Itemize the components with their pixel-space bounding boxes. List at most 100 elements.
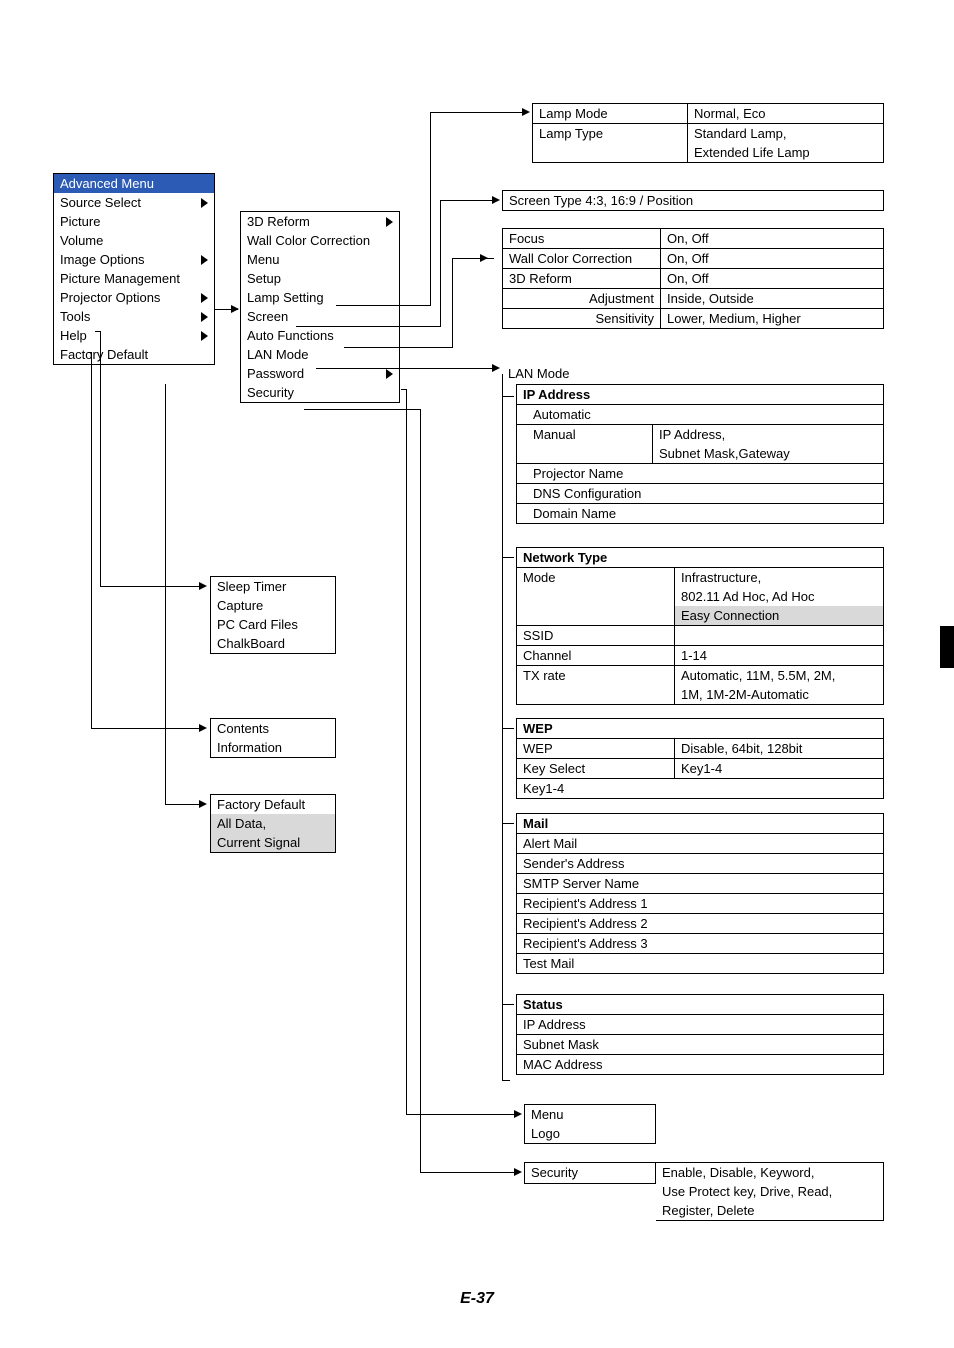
af-focus-value: On, Off — [661, 229, 883, 248]
projector-options-submenu: 3D Reform Wall Color Correction Menu Set… — [240, 211, 400, 403]
nt-mode-value3: Easy Connection — [675, 606, 883, 625]
menu-item-picture[interactable]: Picture — [54, 212, 214, 231]
menu-item-image-options[interactable]: Image Options — [54, 250, 214, 269]
lamp-mode-value: Normal, Eco — [688, 104, 883, 123]
sub-item-menu[interactable]: Menu — [241, 250, 399, 269]
connector-line — [430, 112, 431, 306]
password-menu[interactable]: Menu — [525, 1105, 655, 1124]
submenu-arrow-icon — [201, 312, 208, 322]
status-subnet: Subnet Mask — [517, 1034, 883, 1054]
tools-submenu: Sleep Timer Capture PC Card Files ChalkB… — [210, 576, 336, 654]
menu-item-volume[interactable]: Volume — [54, 231, 214, 250]
menu-label: Image Options — [60, 252, 145, 267]
sub-item-wall-color[interactable]: Wall Color Correction — [241, 231, 399, 250]
sub-item-information[interactable]: Information — [211, 738, 335, 757]
password-sub-box: Menu Logo — [524, 1104, 656, 1144]
arrow-icon — [480, 254, 488, 262]
mail-smtp: SMTP Server Name — [517, 873, 883, 893]
lamp-mode-label: Lamp Mode — [533, 104, 688, 123]
arrow-icon — [231, 305, 239, 313]
menu-item-projector-options[interactable]: Projector Options — [54, 288, 214, 307]
connector-line — [304, 409, 420, 410]
screen-type-text: Screen Type 4:3, 16:9 / Position — [503, 191, 883, 210]
menu-item-factory-default[interactable]: Factory Default — [54, 345, 214, 364]
sub-item-capture[interactable]: Capture — [211, 596, 335, 615]
nt-channel-label: Channel — [517, 646, 675, 665]
connector-line — [452, 258, 453, 348]
menu-label: Projector Options — [60, 290, 160, 305]
connector-line — [316, 368, 494, 369]
sub-item-auto-functions[interactable]: Auto Functions — [241, 326, 399, 345]
security-line2: Use Protect key, Drive, Read, — [656, 1182, 883, 1201]
page-footer: E-37 — [0, 1290, 954, 1308]
connector-line — [296, 326, 440, 327]
connector-line — [336, 305, 430, 306]
menu-item-picture-management[interactable]: Picture Management — [54, 269, 214, 288]
ip-manual-label: Manual — [517, 425, 653, 444]
connector-line — [502, 557, 514, 558]
mail-recipient3: Recipient's Address 3 — [517, 933, 883, 953]
arrow-icon — [199, 724, 207, 732]
security-line3: Register, Delete — [656, 1201, 883, 1220]
connector-line — [91, 352, 92, 728]
af-wcc-label: Wall Color Correction — [503, 249, 661, 268]
sub-item-password[interactable]: Password — [241, 364, 399, 383]
af-adjustment-value: Inside, Outside — [661, 289, 883, 308]
connector-line — [100, 331, 101, 586]
sub-item-screen[interactable]: Screen — [241, 307, 399, 326]
nt-mode-label: Mode — [517, 568, 675, 587]
lamp-setting-box: Lamp Mode Normal, Eco Lamp Type Standard… — [532, 103, 884, 163]
ip-address-header: IP Address — [517, 385, 883, 404]
sub-item-chalkboard[interactable]: ChalkBoard — [211, 634, 335, 653]
security-line1: Enable, Disable, Keyword, — [656, 1163, 883, 1182]
password-logo[interactable]: Logo — [525, 1124, 655, 1143]
status-header: Status — [517, 995, 883, 1014]
sub-item-pc-card-files[interactable]: PC Card Files — [211, 615, 335, 634]
sub-item-3d-reform[interactable]: 3D Reform — [241, 212, 399, 231]
lan-mode-title: LAN Mode — [508, 366, 569, 381]
submenu-arrow-icon — [386, 217, 393, 227]
main-menu-box: Advanced Menu Source Select Picture Volu… — [53, 173, 215, 365]
connector-line — [430, 112, 524, 113]
menu-item-tools[interactable]: Tools — [54, 307, 214, 326]
sub-item-contents[interactable]: Contents — [211, 719, 335, 738]
connector-line — [440, 200, 441, 327]
connector-line — [502, 823, 514, 824]
ip-manual-value2: Subnet Mask,Gateway — [653, 444, 883, 463]
af-adjustment-label: Adjustment — [503, 289, 661, 308]
connector-line — [406, 1114, 516, 1115]
sub-item-current-signal[interactable]: Current Signal — [211, 833, 335, 852]
connector-line — [440, 200, 494, 201]
lan-wep-box: WEP WEP Disable, 64bit, 128bit Key Selec… — [516, 718, 884, 799]
ip-automatic: Automatic — [517, 404, 883, 424]
sub-item-setup[interactable]: Setup — [241, 269, 399, 288]
arrow-icon — [492, 196, 500, 204]
menu-item-help[interactable]: Help — [54, 326, 214, 345]
af-sensitivity-label: Sensitivity — [503, 309, 661, 328]
mail-recipient1: Recipient's Address 1 — [517, 893, 883, 913]
nt-channel-value: 1-14 — [675, 646, 883, 665]
nt-mode-value1: Infrastructure, — [675, 568, 883, 587]
connector-line — [406, 389, 407, 1114]
af-3d-label: 3D Reform — [503, 269, 661, 288]
screen-setting-box: Screen Type 4:3, 16:9 / Position — [502, 190, 884, 211]
ip-domain-name: Domain Name — [517, 503, 883, 523]
mail-header: Mail — [517, 814, 883, 833]
mail-recipient2: Recipient's Address 2 — [517, 913, 883, 933]
sub-item-sleep-timer[interactable]: Sleep Timer — [211, 577, 335, 596]
ip-dns-config: DNS Configuration — [517, 483, 883, 503]
menu-item-source-select[interactable]: Source Select — [54, 193, 214, 212]
sub-item-all-data[interactable]: All Data, — [211, 814, 335, 833]
lan-mail-box: Mail Alert Mail Sender's Address SMTP Se… — [516, 813, 884, 974]
arrow-icon — [199, 582, 207, 590]
lan-ip-address-box: IP Address Automatic Manual IP Address, … — [516, 384, 884, 524]
submenu-arrow-icon — [386, 369, 393, 379]
ip-manual-value: IP Address, — [653, 425, 883, 444]
arrow-icon — [199, 800, 207, 808]
sub-item-factory-default[interactable]: Factory Default — [211, 795, 335, 814]
wep-label: WEP — [517, 739, 675, 758]
connector-line — [344, 347, 452, 348]
sub-item-security[interactable]: Security — [241, 383, 399, 402]
af-wcc-value: On, Off — [661, 249, 883, 268]
af-3d-value: On, Off — [661, 269, 883, 288]
